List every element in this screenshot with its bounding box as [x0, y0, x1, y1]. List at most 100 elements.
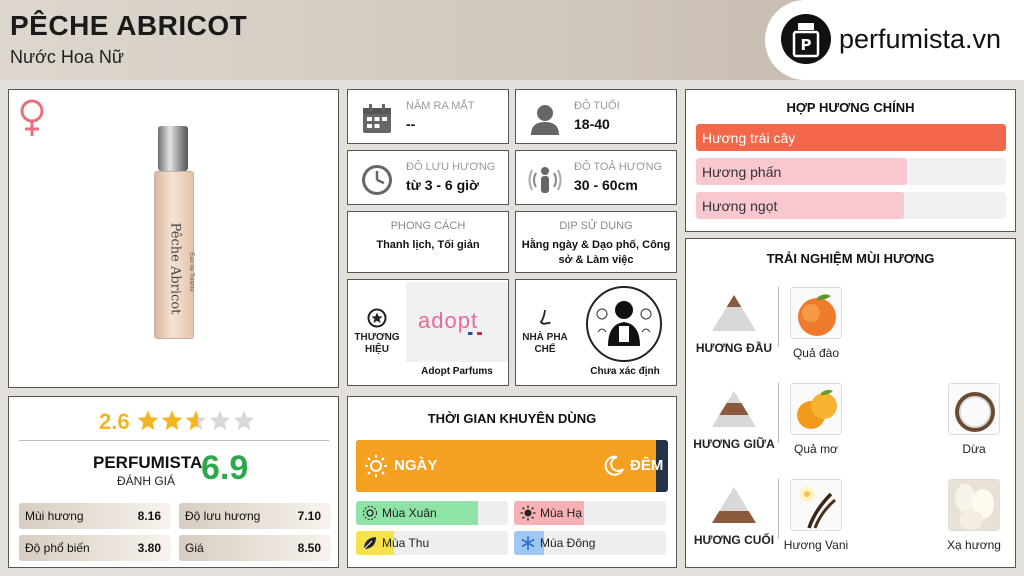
usage-time-title: THỜI GIAN KHUYÊN DÙNG: [427, 411, 597, 426]
note-musk[interactable]: Xạ hương: [934, 479, 1014, 552]
bottle-label: Pêche Abricot: [167, 222, 183, 315]
release-year-card: NĂM RA MẮT --: [347, 89, 509, 144]
accord-label: Hương phấn: [702, 164, 782, 180]
occasion-label: DỊP SỬ DỤNG: [559, 220, 633, 232]
person-icon: [528, 102, 562, 136]
star-icon: [137, 410, 159, 430]
middle-note-label: HƯƠNG GIỮA: [693, 437, 775, 451]
occasion-value: Hằng ngày & Dạo phố, Công sở & Làm việc: [521, 239, 671, 266]
season-autumn: Mùa Thu: [356, 531, 508, 555]
style-card: PHONG CÁCH Thanh lịch, Tối giản: [347, 211, 509, 273]
eval-label: ĐÁNH GIÁ: [116, 474, 175, 488]
occasion-card: DỊP SỬ DỤNG Hằng ngày & Dạo phố, Công sở…: [515, 211, 677, 273]
season-spring: Mùa Xuân: [356, 501, 508, 525]
note-name: Quả mơ: [794, 442, 838, 456]
flower-icon: [363, 506, 377, 520]
age-card: ĐỘ TUỔI 18-40: [515, 89, 677, 144]
age-value: 18-40: [574, 116, 610, 132]
score-longevity: Độ lưu hương 7.10: [179, 503, 331, 529]
accord-bar: Hương ngọt: [696, 192, 1006, 219]
base-note-label: HƯƠNG CUỐI: [693, 533, 775, 547]
note-coconut[interactable]: Dừa: [934, 383, 1014, 456]
note-name: Dừa: [962, 442, 986, 456]
brand-logo: adopt: [406, 282, 508, 362]
star-icon: [161, 410, 183, 430]
middle-note-pyramid-icon: [710, 389, 758, 434]
longevity-card: ĐỘ LƯU HƯƠNG từ 3 - 6 giờ: [347, 150, 509, 205]
day-label: NGÀY: [394, 457, 438, 474]
score-scent: Mùi hương 8.16: [19, 503, 171, 529]
night-label: ĐÊM: [630, 457, 664, 474]
sillage-person-icon: [528, 163, 562, 197]
perfumer-name: Chưa xác định: [590, 366, 660, 377]
sillage-value: 30 - 60cm: [574, 177, 638, 193]
note-name: Xạ hương: [947, 538, 1001, 552]
snowflake-icon: [521, 536, 535, 550]
accord-bar: Hương trái cây: [696, 124, 1006, 151]
apricot-icon: [790, 383, 842, 435]
rating-card: 2.6 PERFUMISTA ĐÁNH GIÁ 6.9 Mùi hương 8.1…: [8, 396, 339, 568]
score-popularity: Độ phổ biến 3.80: [19, 535, 171, 561]
star-badge-icon: [367, 308, 387, 333]
star-rating: [136, 409, 256, 433]
perfumer-card[interactable]: NHÀ PHA CHẾ Chưa xác định: [515, 279, 677, 386]
note-apricot[interactable]: Quả mơ: [776, 383, 856, 456]
svg-text:P: P: [801, 36, 812, 54]
brand-label: THƯƠNG HIỆU: [354, 332, 400, 355]
star-icon: [209, 410, 231, 430]
calendar-icon: [360, 102, 394, 136]
sun-small-icon: [520, 505, 536, 521]
bottle-small-text: Eau de Toilette: [188, 252, 194, 292]
day-night-bar: NGÀY ĐÊM: [356, 440, 668, 492]
clock-icon: [360, 163, 394, 197]
top-note-pyramid-icon: [710, 293, 758, 338]
base-note-pyramid-icon: [710, 485, 758, 530]
usage-time-card: THỜI GIAN KHUYÊN DÙNG NGÀY ĐÊM Mùa Xuân …: [347, 396, 677, 568]
note-name: Hương Vani: [783, 538, 849, 552]
star-icon: [233, 410, 255, 430]
nose-icon: [536, 308, 556, 333]
release-year-label: NĂM RA MẮT: [406, 100, 475, 112]
accords-card: HỢP HƯƠNG CHÍNH Hương trái cây Hương phấn…: [685, 89, 1016, 232]
sun-icon: [364, 454, 388, 483]
leaf-icon: [363, 537, 376, 550]
note-vanilla[interactable]: Hương Vani: [776, 479, 856, 552]
release-year-value: --: [406, 116, 416, 132]
peach-icon: [790, 287, 842, 339]
rating-value: 2.6: [99, 409, 130, 434]
product-image-card: Pêche Abricot Eau de Toilette: [8, 89, 339, 388]
notes-card: TRẢI NGHIỆM MÙI HƯƠNG HƯƠNG ĐẦU HƯƠNG GI…: [685, 238, 1016, 568]
perfumista-label: PERFUMISTA: [93, 453, 203, 472]
divider: [19, 440, 329, 441]
moon-icon: [602, 454, 626, 483]
perfume-bottle-image: Pêche Abricot Eau de Toilette: [149, 126, 199, 341]
sillage-card: ĐỘ TOẢ HƯƠNG 30 - 60cm: [515, 150, 677, 205]
female-icon: [17, 98, 47, 143]
perfumer-avatar: [586, 286, 662, 362]
page-title: PÊCHE ABRICOT: [10, 10, 248, 41]
perfumer-label: NHÀ PHA CHẾ: [522, 332, 568, 355]
musk-icon: [948, 479, 1000, 531]
coconut-icon: [948, 383, 1000, 435]
note-peach[interactable]: Quả đào: [776, 287, 856, 360]
page-subtitle: Nước Hoa Nữ: [10, 47, 124, 67]
style-label: PHONG CÁCH: [390, 220, 466, 232]
vanilla-icon: [790, 479, 842, 531]
accord-label: Hương trái cây: [702, 130, 796, 146]
flag-icon: [468, 332, 482, 335]
brand-name: Adopt Parfums: [421, 366, 493, 377]
header: PÊCHE ABRICOT Nước Hoa Nữ P perfumista.v…: [0, 0, 1024, 80]
overall-score: 6.9: [201, 449, 249, 487]
site-logo[interactable]: P perfumista.vn: [765, 0, 1024, 80]
style-value: Thanh lịch, Tối giản: [376, 239, 480, 251]
sillage-label: ĐỘ TOẢ HƯƠNG: [574, 161, 663, 173]
brand-card[interactable]: THƯƠNG HIỆU adopt Adopt Parfums: [347, 279, 509, 386]
star-icon: [185, 410, 207, 430]
notes-title: TRẢI NGHIỆM MÙI HƯƠNG: [766, 251, 935, 266]
brand-logo-text: adopt: [418, 308, 479, 333]
age-label: ĐỘ TUỔI: [574, 100, 620, 112]
season-winter: Mùa Đông: [514, 531, 666, 555]
logo-text: perfumista.vn: [839, 24, 1002, 54]
accord-label: Hương ngọt: [702, 198, 778, 214]
accords-title: HỢP HƯƠNG CHÍNH: [786, 100, 915, 115]
